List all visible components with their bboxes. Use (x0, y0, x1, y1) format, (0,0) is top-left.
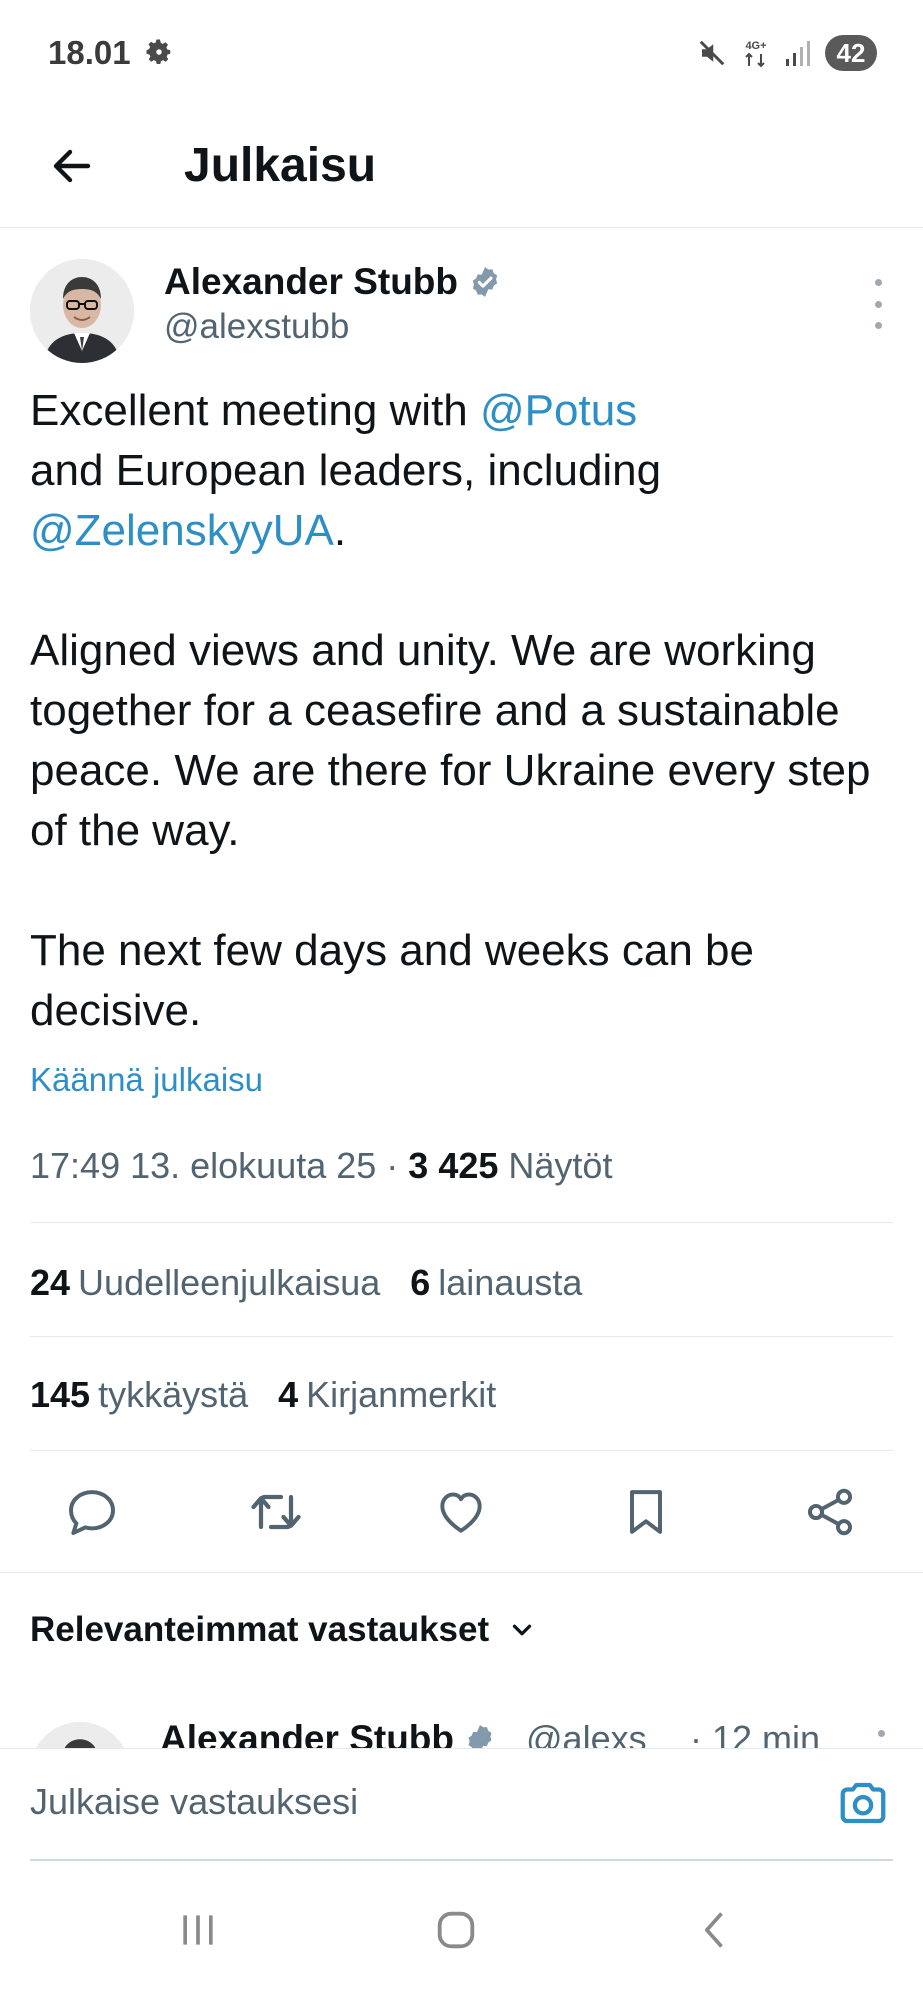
svg-text:4G+: 4G+ (745, 40, 766, 52)
bookmark-button[interactable] (606, 1472, 686, 1552)
quotes-label: lainausta (438, 1262, 583, 1303)
back-icon (705, 1912, 723, 1948)
divider (30, 1450, 893, 1451)
separator: · (376, 1145, 409, 1186)
status-bar: 18.01 4G+ 42 (0, 0, 923, 110)
section-divider (0, 1572, 923, 1573)
system-nav-bar (0, 1860, 923, 2000)
back-button[interactable] (40, 134, 104, 198)
reply-sort-dropdown[interactable]: Relevanteimmat vastaukset (30, 1610, 537, 1650)
translate-link[interactable]: Käännä julkaisu (30, 1061, 263, 1099)
quotes-count: 6 (410, 1262, 431, 1303)
like-stats: 145 tykkäystä 4 Kirjanmerkit (30, 1374, 496, 1416)
reply-sort-label: Relevanteimmat vastaukset (30, 1610, 490, 1649)
action-bar (0, 1452, 923, 1570)
bookmarks-count: 4 (278, 1374, 299, 1415)
network-icon: 4G+ (745, 40, 767, 68)
tweet-meta: 17:49 13. elokuuta 25 · 3 425 Näytöt (30, 1145, 612, 1187)
signal-icon (786, 41, 810, 66)
tweet-text-span: . (333, 506, 347, 555)
gear-icon (146, 39, 171, 64)
author-name-label: Alexander Stubb (164, 261, 458, 302)
reply-composer: Julkaise vastauksesi (0, 1748, 923, 1861)
reply-author-name[interactable]: Alexander Stubb (160, 1718, 496, 1748)
verified-badge-icon (472, 267, 498, 297)
share-button[interactable] (790, 1472, 870, 1552)
mention-link[interactable]: @Potus (480, 386, 637, 435)
share-icon (807, 1488, 853, 1536)
recents-button[interactable] (158, 1900, 238, 1960)
tweet-line: and European leaders, including (30, 446, 662, 495)
dot (874, 322, 882, 329)
bookmarks-label: Kirjanmerkit (306, 1374, 497, 1415)
repost-button[interactable] (236, 1472, 316, 1552)
dot (874, 279, 882, 286)
status-time: 18.01 (48, 34, 131, 71)
arrow-left-icon (53, 149, 91, 183)
reply-input[interactable]: Julkaise vastauksesi (30, 1781, 358, 1823)
reposts-label: Uudelleenjulkaisua (78, 1262, 381, 1303)
reply-more-button[interactable] (878, 1730, 885, 1737)
page-title: Julkaisu (184, 139, 377, 192)
home-button[interactable] (416, 1900, 496, 1960)
bookmark-icon (630, 1490, 662, 1534)
timestamp[interactable]: 17:49 13. elokuuta 25 (30, 1145, 376, 1186)
likes-label: tykkäystä (98, 1374, 249, 1415)
reposts-link[interactable]: 24 Uudelleenjulkaisua (30, 1262, 380, 1303)
divider (30, 1336, 893, 1337)
app-bar: Julkaisu (0, 110, 923, 228)
views-label: Näytöt (508, 1145, 613, 1186)
author-name[interactable]: Alexander Stubb (164, 261, 502, 303)
quotes-link[interactable]: 6 lainausta (410, 1262, 582, 1303)
reposts-count: 24 (30, 1262, 71, 1303)
recents-icon (183, 1915, 213, 1945)
like-icon (440, 1492, 482, 1533)
verified-badge-icon (468, 1725, 492, 1748)
chevron-down-icon (513, 1624, 532, 1636)
home-icon (437, 1911, 475, 1949)
repost-stats: 24 Uudelleenjulkaisua 6 lainausta (30, 1262, 582, 1304)
author-handle[interactable]: @alexstubb (164, 307, 349, 347)
likes-link[interactable]: 145 tykkäystä (30, 1374, 248, 1415)
camera-button[interactable] (833, 1773, 893, 1833)
camera-icon (840, 1782, 886, 1824)
nav-back-button[interactable] (676, 1900, 756, 1960)
views-count: 3 425 (408, 1145, 499, 1186)
tweet-paragraph: Aligned views and unity. We are working … (30, 626, 871, 855)
avatar-photo (30, 259, 134, 363)
reply-button[interactable] (52, 1472, 132, 1552)
bookmarks-link[interactable]: 4 Kirjanmerkit (278, 1374, 496, 1415)
more-options-button[interactable] (863, 279, 893, 329)
divider (30, 1222, 893, 1223)
reply-time: · 12 min (690, 1718, 821, 1748)
reply-author-label: Alexander Stubb (160, 1718, 454, 1748)
repost-icon (251, 1494, 301, 1530)
tweet-text: Excellent meeting with @Potus and Europe… (30, 381, 890, 1041)
mute-icon (699, 40, 725, 66)
tweet-paragraph: The next few days and weeks can be decis… (30, 926, 754, 1035)
likes-count: 145 (30, 1374, 91, 1415)
reply-item[interactable]: Alexander Stubb @alexs · 12 min (0, 1700, 923, 1748)
battery-icon: 42 (825, 35, 877, 71)
reply-icon (69, 1490, 115, 1535)
mention-link[interactable]: @ZelenskyyUA (30, 506, 334, 555)
tweet-line: @ZelenskyyUA. (30, 501, 890, 561)
avatar[interactable] (30, 1722, 130, 1748)
tweet-text-span: Excellent meeting with (30, 386, 480, 435)
reply-author-handle: @alexs (526, 1718, 647, 1748)
dot (874, 300, 882, 308)
avatar[interactable] (30, 259, 134, 363)
avatar-photo (30, 1722, 130, 1748)
like-button[interactable] (421, 1472, 501, 1552)
tweet-line: Excellent meeting with @Potus (30, 381, 890, 441)
